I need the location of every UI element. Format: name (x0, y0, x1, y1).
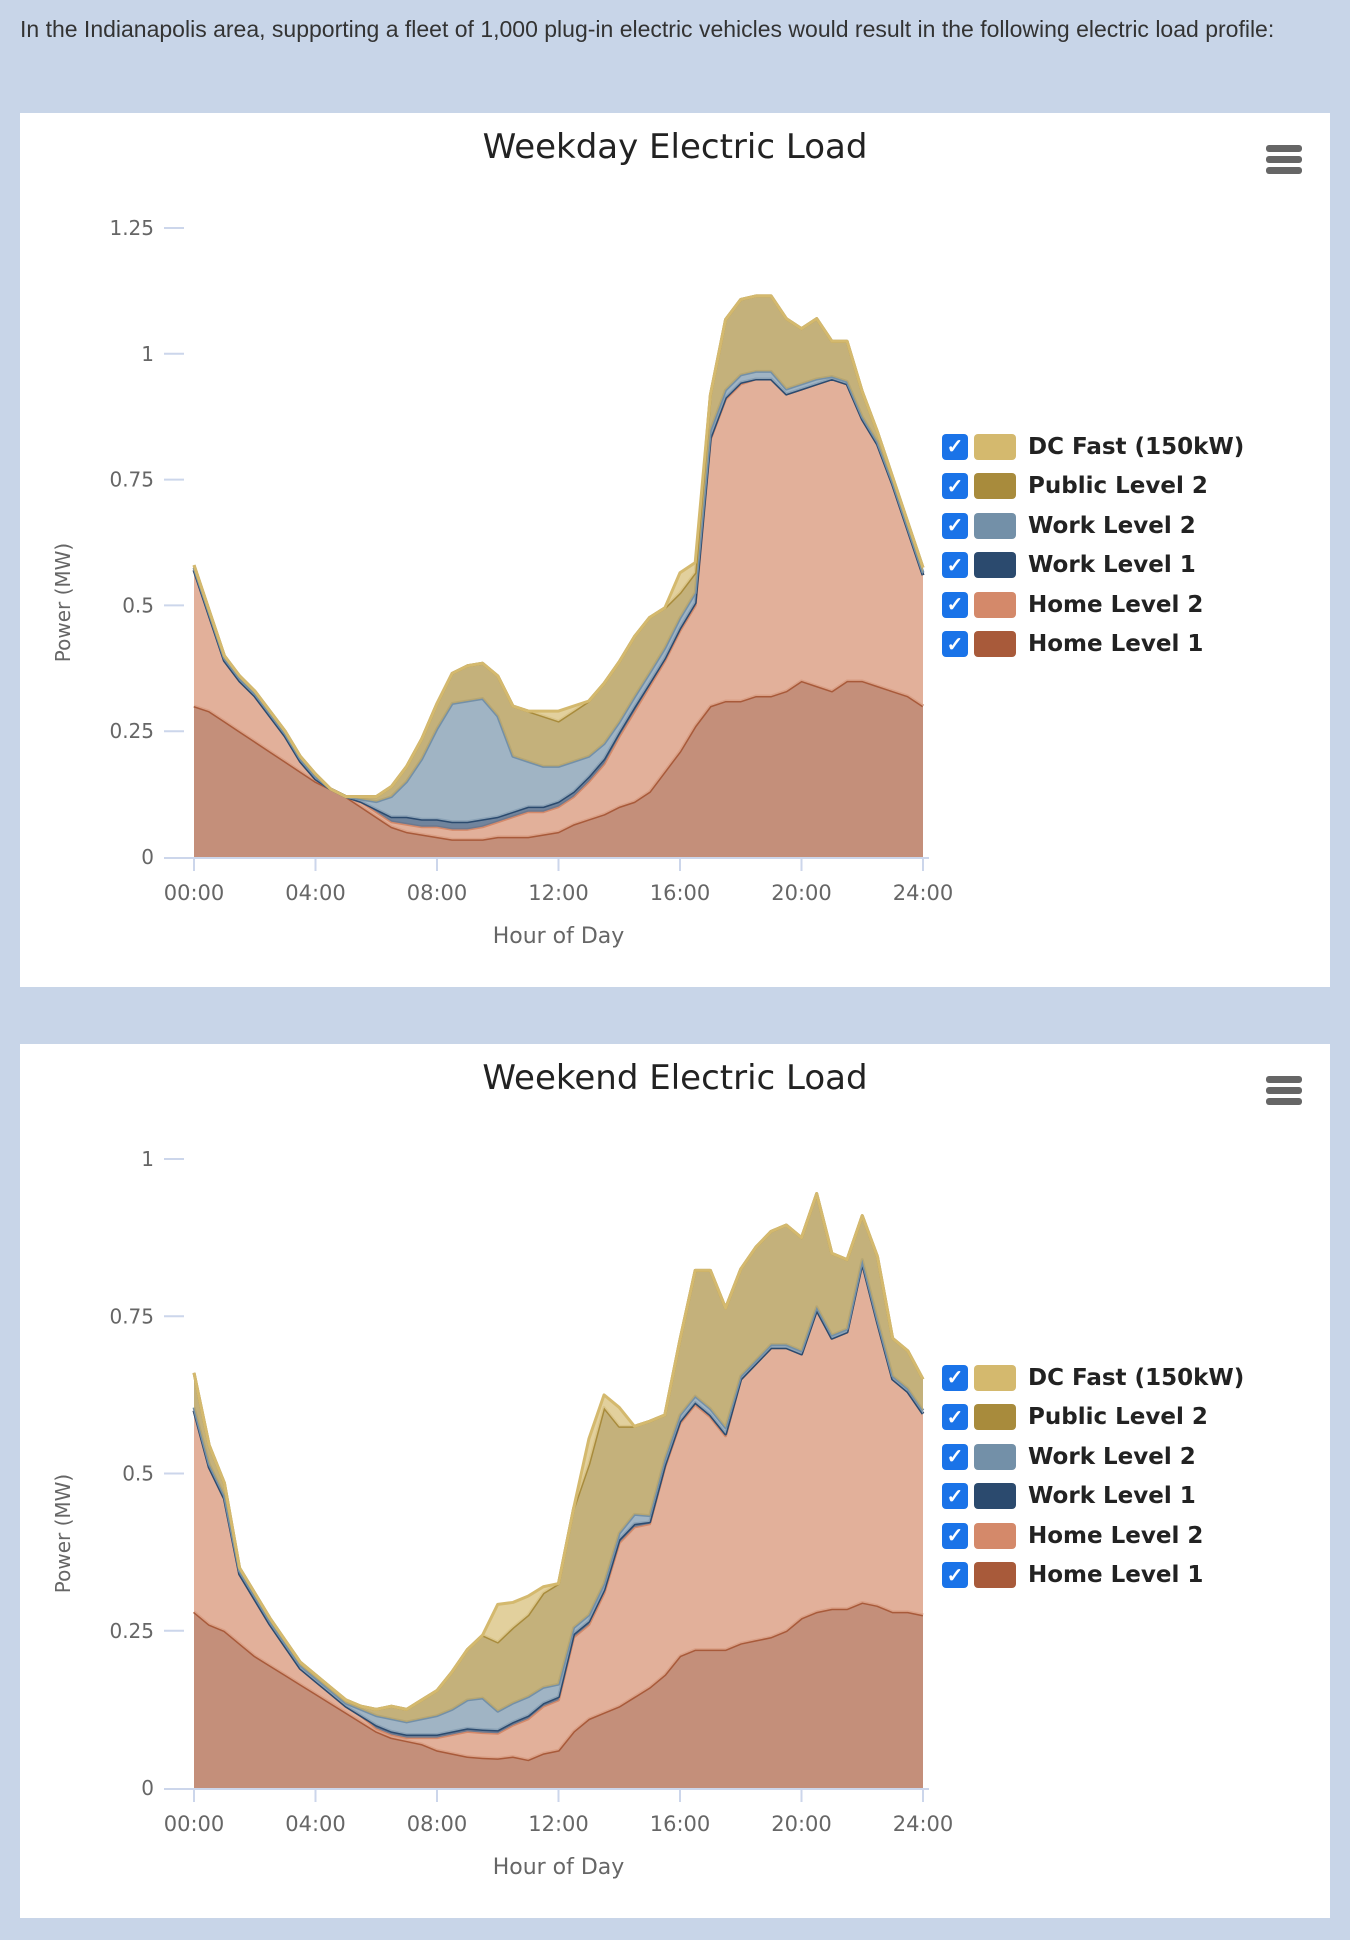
legend-item-home-l2[interactable]: ✓ Home Level 2 (942, 585, 1244, 625)
legend-swatch (974, 1443, 1016, 1470)
legend-item-public-l2[interactable]: ✓ Public Level 2 (942, 467, 1244, 507)
legend-label: Public Level 2 (1028, 473, 1208, 500)
y-tick-label: 1 (141, 342, 154, 366)
legend-checkbox[interactable]: ✓ (942, 1443, 968, 1470)
x-tick-label: 24:00 (893, 1812, 954, 1836)
legend-item-work-l1[interactable]: ✓ Work Level 1 (942, 546, 1244, 586)
legend-swatch (974, 1364, 1016, 1391)
legend-checkbox[interactable]: ✓ (942, 1364, 968, 1391)
x-axis-title: Hour of Day (493, 1855, 625, 1880)
y-tick-label: 1 (141, 1147, 154, 1171)
legend-checkbox[interactable]: ✓ (942, 1483, 968, 1510)
legend-label: Home Level 1 (1028, 631, 1204, 658)
x-tick-label: 08:00 (407, 881, 468, 905)
legend-swatch (974, 552, 1016, 579)
legend-item-work-l2[interactable]: ✓ Work Level 2 (942, 506, 1244, 546)
x-axis-title: Hour of Day (493, 924, 625, 949)
x-tick-label: 16:00 (650, 881, 711, 905)
x-tick-label: 04:00 (285, 1812, 346, 1836)
x-tick-label: 12:00 (528, 881, 589, 905)
area-series-group (192, 294, 925, 857)
x-tick-label: 24:00 (893, 881, 954, 905)
legend-item-public-l2[interactable]: ✓ Public Level 2 (942, 1398, 1244, 1438)
legend-label: Home Level 2 (1028, 1522, 1204, 1549)
legend-item-work-l1[interactable]: ✓ Work Level 1 (942, 1477, 1244, 1517)
legend-swatch (974, 1483, 1016, 1510)
legend-label: Public Level 2 (1028, 1404, 1208, 1431)
chart-legend: ✓ DC Fast (150kW) ✓ Public Level 2 ✓ Work Lev… (942, 1358, 1244, 1595)
x-tick-label: 20:00 (771, 881, 832, 905)
intro-text: In the Indianapolis area, supporting a f… (20, 16, 1275, 42)
legend-checkbox[interactable]: ✓ (942, 591, 968, 618)
weekday-chart-panel: Weekday Electric Load 00:00 04:00 08:00 12:… (20, 113, 1330, 987)
legend-checkbox[interactable]: ✓ (942, 473, 968, 500)
x-tick-label: 08:00 (407, 1812, 468, 1836)
legend-swatch (974, 631, 1016, 658)
legend-label: Work Level 1 (1028, 552, 1196, 579)
y-tick-label: 0.5 (122, 1462, 154, 1486)
legend-item-work-l2[interactable]: ✓ Work Level 2 (942, 1437, 1244, 1477)
y-axis-title: Power (MW) (51, 1474, 75, 1593)
legend-label: DC Fast (150kW) (1028, 433, 1245, 460)
weekend-chart-panel: Weekend Electric Load 00:00 04:00 08:00 12:… (20, 1044, 1330, 1918)
x-tick-label: 00:00 (164, 1812, 225, 1836)
legend-swatch (974, 473, 1016, 500)
y-axis-title: Power (MW) (51, 543, 75, 662)
legend-checkbox[interactable]: ✓ (942, 1404, 968, 1431)
y-tick-label: 0.75 (109, 468, 154, 492)
legend-item-dc-fast[interactable]: ✓ DC Fast (150kW) (942, 427, 1244, 467)
y-tick-label: 0 (141, 1776, 154, 1800)
y-tick-label: 1.25 (109, 216, 154, 240)
x-tick-label: 16:00 (650, 1812, 711, 1836)
legend-swatch (974, 1404, 1016, 1431)
legend-swatch (974, 433, 1016, 460)
legend-swatch (974, 591, 1016, 618)
legend-checkbox[interactable]: ✓ (942, 631, 968, 658)
x-tick-label: 04:00 (285, 881, 346, 905)
legend-checkbox[interactable]: ✓ (942, 552, 968, 579)
legend-label: Work Level 2 (1028, 1443, 1196, 1470)
legend-label: Work Level 1 (1028, 1483, 1196, 1510)
legend-label: DC Fast (150kW) (1028, 1364, 1245, 1391)
y-tick-label: 0 (141, 845, 154, 869)
y-tick-label: 0.5 (122, 593, 154, 617)
legend-checkbox[interactable]: ✓ (942, 512, 968, 539)
legend-item-home-l2[interactable]: ✓ Home Level 2 (942, 1516, 1244, 1556)
area-series-group (192, 1192, 925, 1788)
y-tick-label: 0.25 (109, 719, 154, 743)
legend-checkbox[interactable]: ✓ (942, 1522, 968, 1549)
legend-checkbox[interactable]: ✓ (942, 1562, 968, 1589)
x-tick-label: 20:00 (771, 1812, 832, 1836)
legend-item-home-l1[interactable]: ✓ Home Level 1 (942, 625, 1244, 665)
x-tick-label: 00:00 (164, 881, 225, 905)
legend-swatch (974, 1562, 1016, 1589)
legend-swatch (974, 1522, 1016, 1549)
x-tick-label: 12:00 (528, 1812, 589, 1836)
legend-label: Home Level 2 (1028, 591, 1204, 618)
legend-label: Work Level 2 (1028, 512, 1196, 539)
legend-item-home-l1[interactable]: ✓ Home Level 1 (942, 1556, 1244, 1596)
legend-label: Home Level 1 (1028, 1562, 1204, 1589)
chart-legend: ✓ DC Fast (150kW) ✓ Public Level 2 ✓ Work Lev… (942, 427, 1244, 664)
y-tick-label: 0.75 (109, 1304, 154, 1328)
legend-swatch (974, 512, 1016, 539)
y-tick-label: 0.25 (109, 1619, 154, 1643)
legend-checkbox[interactable]: ✓ (942, 433, 968, 460)
legend-item-dc-fast[interactable]: ✓ DC Fast (150kW) (942, 1358, 1244, 1398)
